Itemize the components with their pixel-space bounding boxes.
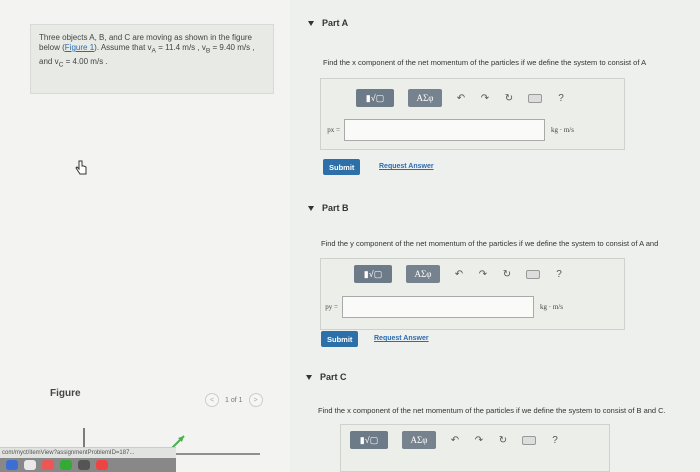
part-b-title: Part B	[322, 203, 349, 213]
dock-app-icon[interactable]	[60, 460, 72, 470]
figure-label: Figure	[50, 388, 81, 399]
status-bar-url: com/myct/itemView?assignmentProblemID=18…	[0, 447, 176, 458]
reset-icon[interactable]: ↻	[502, 269, 512, 280]
dock-app-icon[interactable]	[96, 460, 108, 470]
collapse-triangle-icon	[308, 20, 314, 26]
collapse-triangle-icon	[306, 374, 312, 380]
keyboard-icon[interactable]	[528, 93, 542, 103]
prev-figure-button[interactable]: <	[205, 393, 219, 407]
redo-icon[interactable]: ↷	[474, 435, 484, 446]
part-b-question: Find the y component of the net momentum…	[321, 239, 659, 248]
greek-symbols-button[interactable]: ΑΣφ	[408, 89, 442, 107]
part-b-toolbar: ▮√▢ ΑΣφ ↶ ↷ ↻ ?	[354, 265, 564, 283]
part-c-toolbar: ▮√▢ ΑΣφ ↶ ↷ ↻ ?	[350, 431, 560, 449]
hand-cursor-icon	[75, 160, 87, 175]
part-a-title: Part A	[322, 18, 349, 28]
keyboard-icon[interactable]	[526, 269, 540, 279]
part-a-toolbar: ▮√▢ ΑΣφ ↶ ↷ ↻ ?	[356, 89, 566, 107]
problem-statement: Three objects A, B, and C are moving as …	[30, 24, 274, 94]
part-a-question: Find the x component of the net momentum…	[323, 58, 647, 67]
problem-text-2: ). Assume that v	[94, 43, 152, 52]
math-template-button[interactable]: ▮√▢	[356, 89, 394, 107]
figure-page-count: 1 of 1	[225, 396, 243, 404]
part-a-input-row: px = kg · m/s	[318, 119, 574, 141]
reset-icon[interactable]: ↻	[504, 93, 514, 104]
problem-pane: Three objects A, B, and C are moving as …	[0, 0, 290, 472]
part-b-header[interactable]: Part B	[308, 203, 349, 213]
redo-icon[interactable]: ↷	[480, 93, 490, 104]
part-a-submit-button[interactable]: Submit	[323, 159, 361, 175]
redo-icon[interactable]: ↷	[478, 269, 488, 280]
part-b-input-row: py = kg · m/s	[316, 296, 563, 318]
part-c-title: Part C	[320, 372, 347, 382]
dock-app-icon[interactable]	[78, 460, 90, 470]
dock-app-icon[interactable]	[6, 460, 18, 470]
part-a-header[interactable]: Part A	[308, 18, 348, 28]
undo-icon[interactable]: ↶	[454, 269, 464, 280]
help-icon[interactable]: ?	[556, 93, 566, 104]
math-template-button[interactable]: ▮√▢	[354, 265, 392, 283]
part-c-header[interactable]: Part C	[306, 372, 347, 382]
next-figure-button[interactable]: >	[248, 393, 263, 407]
part-c-question: Find the x component of the net momentum…	[318, 406, 666, 415]
dock-app-icon[interactable]	[42, 460, 54, 470]
undo-icon[interactable]: ↶	[450, 435, 460, 446]
part-a-request-answer-link[interactable]: Request Answer	[379, 163, 434, 170]
part-b-request-answer-link[interactable]: Request Answer	[374, 335, 429, 342]
greek-symbols-button[interactable]: ΑΣφ	[406, 265, 440, 283]
help-icon[interactable]: ?	[554, 269, 564, 280]
help-icon[interactable]: ?	[550, 435, 560, 446]
py-label: py =	[325, 303, 338, 311]
px-label: px =	[327, 126, 340, 134]
keyboard-icon[interactable]	[522, 435, 536, 445]
part-b-unit: kg · m/s	[540, 303, 563, 311]
px-input[interactable]	[344, 119, 545, 141]
dock-app-icon[interactable]	[24, 460, 36, 470]
answer-pane: Part A Find the x component of the net m…	[290, 0, 700, 472]
os-dock	[0, 458, 176, 472]
part-b-submit-button[interactable]: Submit	[321, 331, 359, 347]
reset-icon[interactable]: ↻	[498, 435, 508, 446]
va-value: = 11.4 m/s , v	[155, 43, 206, 52]
figure-link[interactable]: Figure 1	[65, 43, 94, 52]
vc-value: = 4.00 m/s .	[63, 56, 108, 66]
figure-pager: < 1 of 1 >	[205, 393, 263, 407]
undo-icon[interactable]: ↶	[456, 93, 466, 104]
py-input[interactable]	[342, 296, 534, 318]
greek-symbols-button[interactable]: ΑΣφ	[402, 431, 436, 449]
collapse-triangle-icon	[308, 205, 314, 211]
math-template-button[interactable]: ▮√▢	[350, 431, 388, 449]
part-a-unit: kg · m/s	[551, 126, 574, 134]
